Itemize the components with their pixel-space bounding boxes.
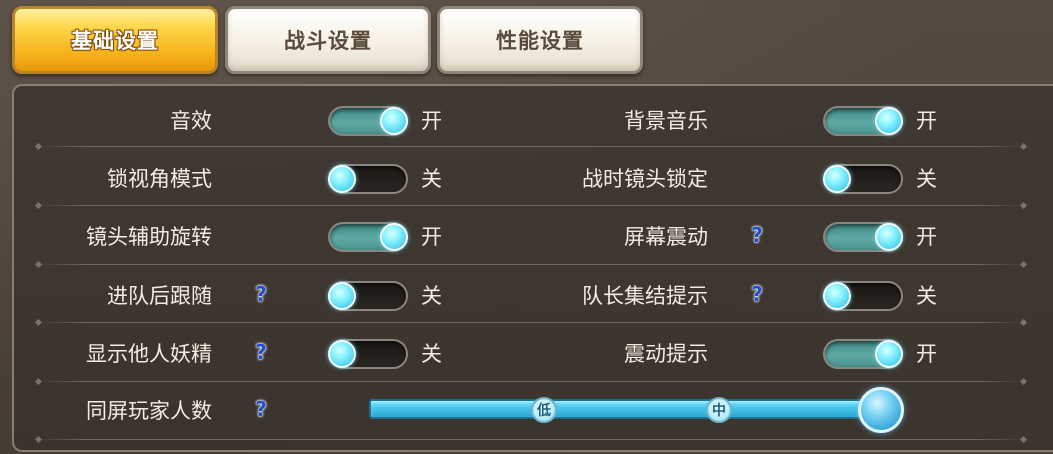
leader-gather-hint-help-icon[interactable]: ? — [748, 283, 766, 305]
row-divider — [36, 439, 1026, 440]
vibration-hint-state: 开 — [916, 342, 937, 366]
toggle-knob — [823, 165, 851, 193]
row-divider — [36, 381, 1026, 382]
row-divider — [36, 264, 1026, 265]
slider-tick-mid[interactable]: 中 — [706, 397, 732, 423]
follow-after-join-state: 关 — [421, 284, 442, 308]
follow-after-join-toggle[interactable] — [328, 281, 408, 311]
toggle-knob — [875, 223, 903, 251]
camera-assist-rotate-label: 镜头辅助旋转 — [86, 225, 212, 249]
camera-assist-rotate-toggle[interactable] — [328, 222, 408, 252]
show-others-fairy-toggle[interactable] — [328, 339, 408, 369]
leader-gather-hint-toggle[interactable] — [823, 281, 903, 311]
tab-label: 战斗设置 — [284, 29, 372, 53]
tab-battle-settings[interactable]: 战斗设置 — [225, 6, 431, 74]
lock-view-toggle[interactable] — [328, 164, 408, 194]
bg-music-label: 背景音乐 — [624, 109, 708, 133]
row-divider — [36, 205, 1026, 206]
tab-label: 基础设置 — [71, 29, 159, 53]
battle-camera-lock-state: 关 — [916, 167, 937, 191]
toggle-knob — [328, 340, 356, 368]
show-others-fairy-label: 显示他人妖精 — [86, 342, 212, 366]
tab-performance-settings[interactable]: 性能设置 — [437, 6, 643, 74]
screen-shake-label: 屏幕震动 — [624, 225, 708, 249]
battle-camera-lock-label: 战时镜头锁定 — [582, 167, 708, 191]
toggle-knob — [328, 165, 356, 193]
camera-assist-rotate-state: 开 — [421, 225, 442, 249]
sound-effects-toggle[interactable] — [328, 106, 408, 136]
vibration-hint-label: 震动提示 — [624, 342, 708, 366]
toggle-knob — [823, 282, 851, 310]
toggle-knob — [875, 340, 903, 368]
leader-gather-hint-state: 关 — [916, 284, 937, 308]
player-count-slider-handle[interactable] — [858, 387, 904, 433]
row-divider — [36, 322, 1026, 323]
vibration-hint-toggle[interactable] — [823, 339, 903, 369]
tab-label: 性能设置 — [496, 29, 584, 53]
sound-effects-state: 开 — [421, 109, 442, 133]
row-divider — [36, 146, 1026, 147]
lock-view-label: 锁视角模式 — [107, 167, 212, 191]
slider-tick-low[interactable]: 低 — [531, 397, 557, 423]
toggle-knob — [875, 107, 903, 135]
toggle-knob — [328, 282, 356, 310]
lock-view-state: 关 — [421, 167, 442, 191]
battle-camera-lock-toggle[interactable] — [823, 164, 903, 194]
toggle-knob — [380, 223, 408, 251]
screen-shake-help-icon[interactable]: ? — [748, 224, 766, 246]
show-others-fairy-help-icon[interactable]: ? — [252, 341, 270, 363]
player-count-label: 同屏玩家人数 — [86, 399, 212, 423]
show-others-fairy-state: 关 — [421, 342, 442, 366]
player-count-slider-track[interactable] — [369, 399, 869, 419]
follow-after-join-help-icon[interactable]: ? — [252, 283, 270, 305]
player-count-help-icon[interactable]: ? — [252, 398, 270, 420]
screen-shake-state: 开 — [916, 225, 937, 249]
leader-gather-hint-label: 队长集结提示 — [582, 284, 708, 308]
sound-effects-label: 音效 — [170, 109, 212, 133]
follow-after-join-label: 进队后跟随 — [107, 284, 212, 308]
bg-music-toggle[interactable] — [823, 106, 903, 136]
bg-music-state: 开 — [916, 109, 937, 133]
screen-shake-toggle[interactable] — [823, 222, 903, 252]
tab-basic-settings[interactable]: 基础设置 — [12, 6, 218, 74]
toggle-knob — [380, 107, 408, 135]
